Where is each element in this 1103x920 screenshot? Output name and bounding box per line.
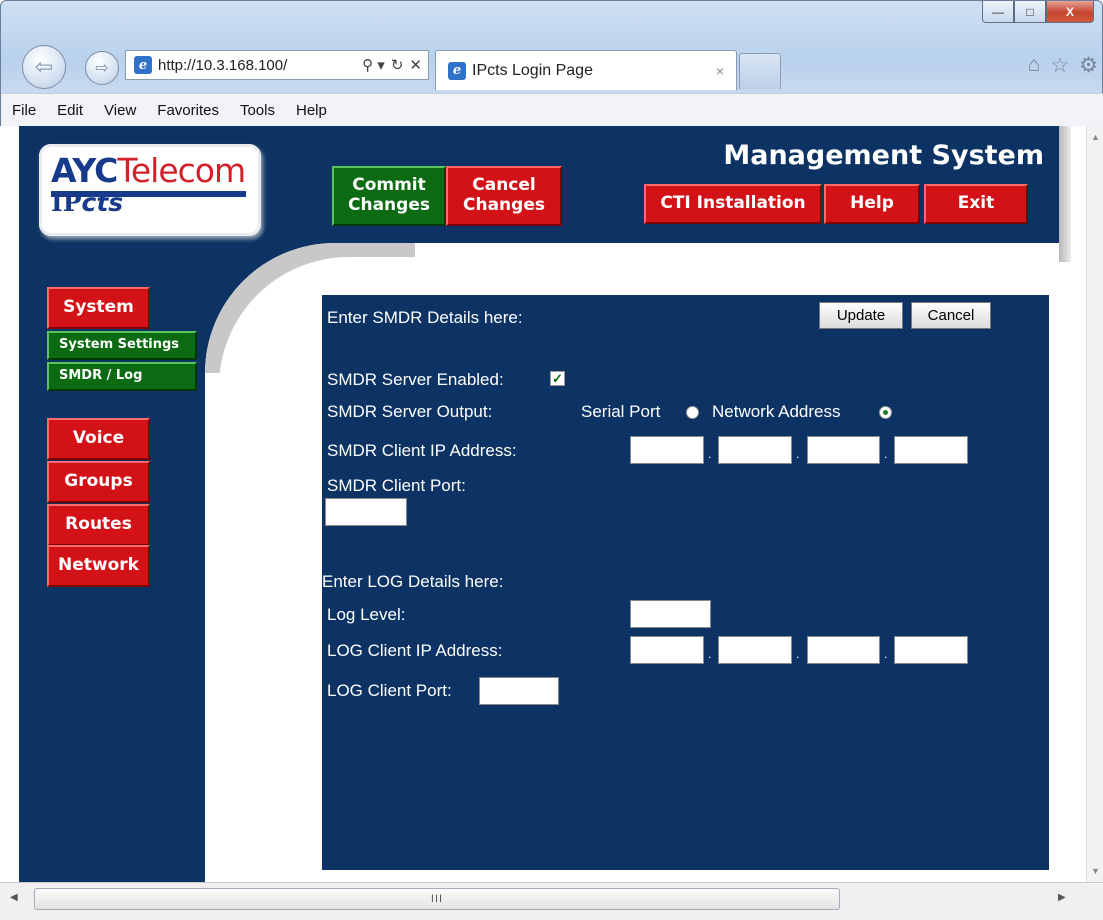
address-url[interactable]: http://10.3.168.100/ — [158, 57, 362, 74]
page-title: Management System — [723, 140, 1044, 171]
serial-port-label: Serial Port — [581, 402, 661, 421]
address-tools: ⚲ ▾ ↻ ✕ — [362, 56, 428, 74]
maximize-button[interactable]: □ — [1014, 1, 1046, 23]
smdr-client-ip-label: SMDR Client IP Address: — [327, 441, 517, 460]
horizontal-scroll-thumb[interactable]: III — [34, 888, 840, 910]
menu-favorites[interactable]: Favorites — [157, 102, 219, 119]
sidebar-item-voice[interactable]: Voice — [47, 418, 150, 460]
log-ip-octet-2[interactable] — [718, 636, 792, 664]
vertical-scrollbar[interactable]: ▲ ▼ — [1086, 126, 1103, 882]
cti-installation-button[interactable]: CTI Installation — [644, 184, 822, 224]
ie-icon: e — [134, 56, 152, 74]
back-button[interactable]: ⇦ — [22, 45, 66, 89]
forward-button[interactable]: ⇨ — [85, 51, 119, 85]
smdr-output-label: SMDR Server Output: — [327, 402, 493, 421]
horizontal-scrollbar[interactable]: ◀ III ▶ — [0, 882, 1103, 920]
menu-bar: File Edit View Favorites Tools Help — [1, 93, 1103, 127]
sidebar-item-groups[interactable]: Groups — [47, 461, 150, 503]
address-bar[interactable]: e http://10.3.168.100/ ⚲ ▾ ↻ ✕ — [125, 50, 429, 80]
smdr-enabled-checkbox[interactable]: ✓ — [550, 371, 565, 386]
commit-changes-button[interactable]: Commit Changes — [332, 166, 446, 226]
smdr-ip-octet-1[interactable] — [630, 436, 704, 464]
cancel-changes-button[interactable]: Cancel Changes — [446, 166, 562, 226]
search-dropdown-icon[interactable]: ⚲ ▾ — [362, 56, 385, 74]
network-address-radio[interactable] — [879, 406, 892, 419]
sidebar-item-system-settings[interactable]: System Settings — [47, 331, 197, 360]
ip-separator: . — [796, 647, 800, 661]
cancel-button[interactable]: Cancel — [911, 302, 991, 329]
ip-separator: . — [884, 447, 888, 461]
scroll-right-icon[interactable]: ▶ — [1058, 892, 1066, 903]
tab-title: IPcts Login Page — [472, 61, 593, 79]
smdr-client-port-label: SMDR Client Port: — [327, 476, 466, 495]
help-button[interactable]: Help — [824, 184, 920, 224]
smdr-client-port-input[interactable] — [325, 498, 407, 526]
smdr-ip-octet-4[interactable] — [894, 436, 968, 464]
menu-file[interactable]: File — [12, 102, 36, 119]
scroll-down-icon[interactable]: ▼ — [1091, 866, 1100, 876]
logo-wordmark: AYCTelecom — [51, 151, 246, 190]
refresh-icon[interactable]: ↻ — [391, 56, 404, 74]
sidebar-item-routes[interactable]: Routes — [47, 504, 150, 546]
serial-port-radio[interactable] — [686, 406, 699, 419]
company-logo: AYCTelecom IPcts — [39, 144, 261, 236]
sidebar-item-smdr-log[interactable]: SMDR / Log — [47, 362, 197, 391]
sidebar-item-network[interactable]: Network — [47, 545, 150, 587]
back-arrow-icon: ⇦ — [34, 54, 54, 79]
log-ip-octet-1[interactable] — [630, 636, 704, 664]
logo-subtitle: IPcts — [51, 188, 124, 217]
header-shadow — [1059, 126, 1071, 262]
favorites-star-icon[interactable]: ☆ — [1050, 53, 1069, 78]
close-window-button[interactable]: X — [1046, 1, 1094, 23]
new-tab-button[interactable] — [739, 53, 781, 89]
menu-view[interactable]: View — [104, 102, 136, 119]
log-ip-octet-4[interactable] — [894, 636, 968, 664]
minimize-button[interactable]: — — [982, 1, 1014, 23]
tab-ie-icon: e — [448, 61, 466, 80]
scroll-left-icon[interactable]: ◀ — [10, 892, 18, 903]
settings-gear-icon[interactable]: ⚙ — [1079, 53, 1098, 78]
exit-button[interactable]: Exit — [924, 184, 1028, 224]
toolbar-icons: ⌂ ☆ ⚙ — [1028, 53, 1098, 78]
log-level-input[interactable] — [630, 600, 711, 628]
smdr-ip-octet-3[interactable] — [807, 436, 880, 464]
home-icon[interactable]: ⌂ — [1028, 53, 1041, 78]
ip-separator: . — [884, 647, 888, 661]
navigation-bar: ⇦ ⇨ e http://10.3.168.100/ ⚲ ▾ ↻ ✕ e IPc… — [1, 41, 1103, 93]
log-client-ip-label: LOG Client IP Address: — [327, 641, 503, 660]
tab-close-icon[interactable]: × — [716, 63, 724, 79]
network-address-label: Network Address — [712, 402, 841, 421]
browser-tab[interactable]: e IPcts Login Page × — [435, 50, 737, 90]
menu-tools[interactable]: Tools — [240, 102, 275, 119]
ip-separator: . — [796, 447, 800, 461]
smdr-log-form: Enter SMDR Details here: Update Cancel S… — [322, 295, 1049, 870]
log-client-port-label: LOG Client Port: — [327, 681, 452, 700]
window-controls: — □ X — [982, 1, 1094, 23]
sidebar-item-system[interactable]: System — [47, 287, 150, 329]
scroll-up-icon[interactable]: ▲ — [1091, 132, 1100, 142]
smdr-enabled-label: SMDR Server Enabled: — [327, 370, 504, 389]
log-client-port-input[interactable] — [479, 677, 559, 705]
page-viewport: AYCTelecom IPcts Commit Changes Cancel Cha… — [0, 126, 1086, 882]
smdr-ip-octet-2[interactable] — [718, 436, 792, 464]
log-level-label: Log Level: — [327, 605, 406, 624]
log-ip-octet-3[interactable] — [807, 636, 880, 664]
menu-edit[interactable]: Edit — [57, 102, 83, 119]
ip-separator: . — [708, 447, 712, 461]
forward-arrow-icon: ⇨ — [95, 60, 109, 77]
menu-help[interactable]: Help — [296, 102, 327, 119]
update-button[interactable]: Update — [819, 302, 903, 329]
log-heading: Enter LOG Details here: — [322, 572, 504, 591]
smdr-heading: Enter SMDR Details here: — [327, 308, 523, 327]
stop-icon[interactable]: ✕ — [409, 56, 422, 74]
ip-separator: . — [708, 647, 712, 661]
